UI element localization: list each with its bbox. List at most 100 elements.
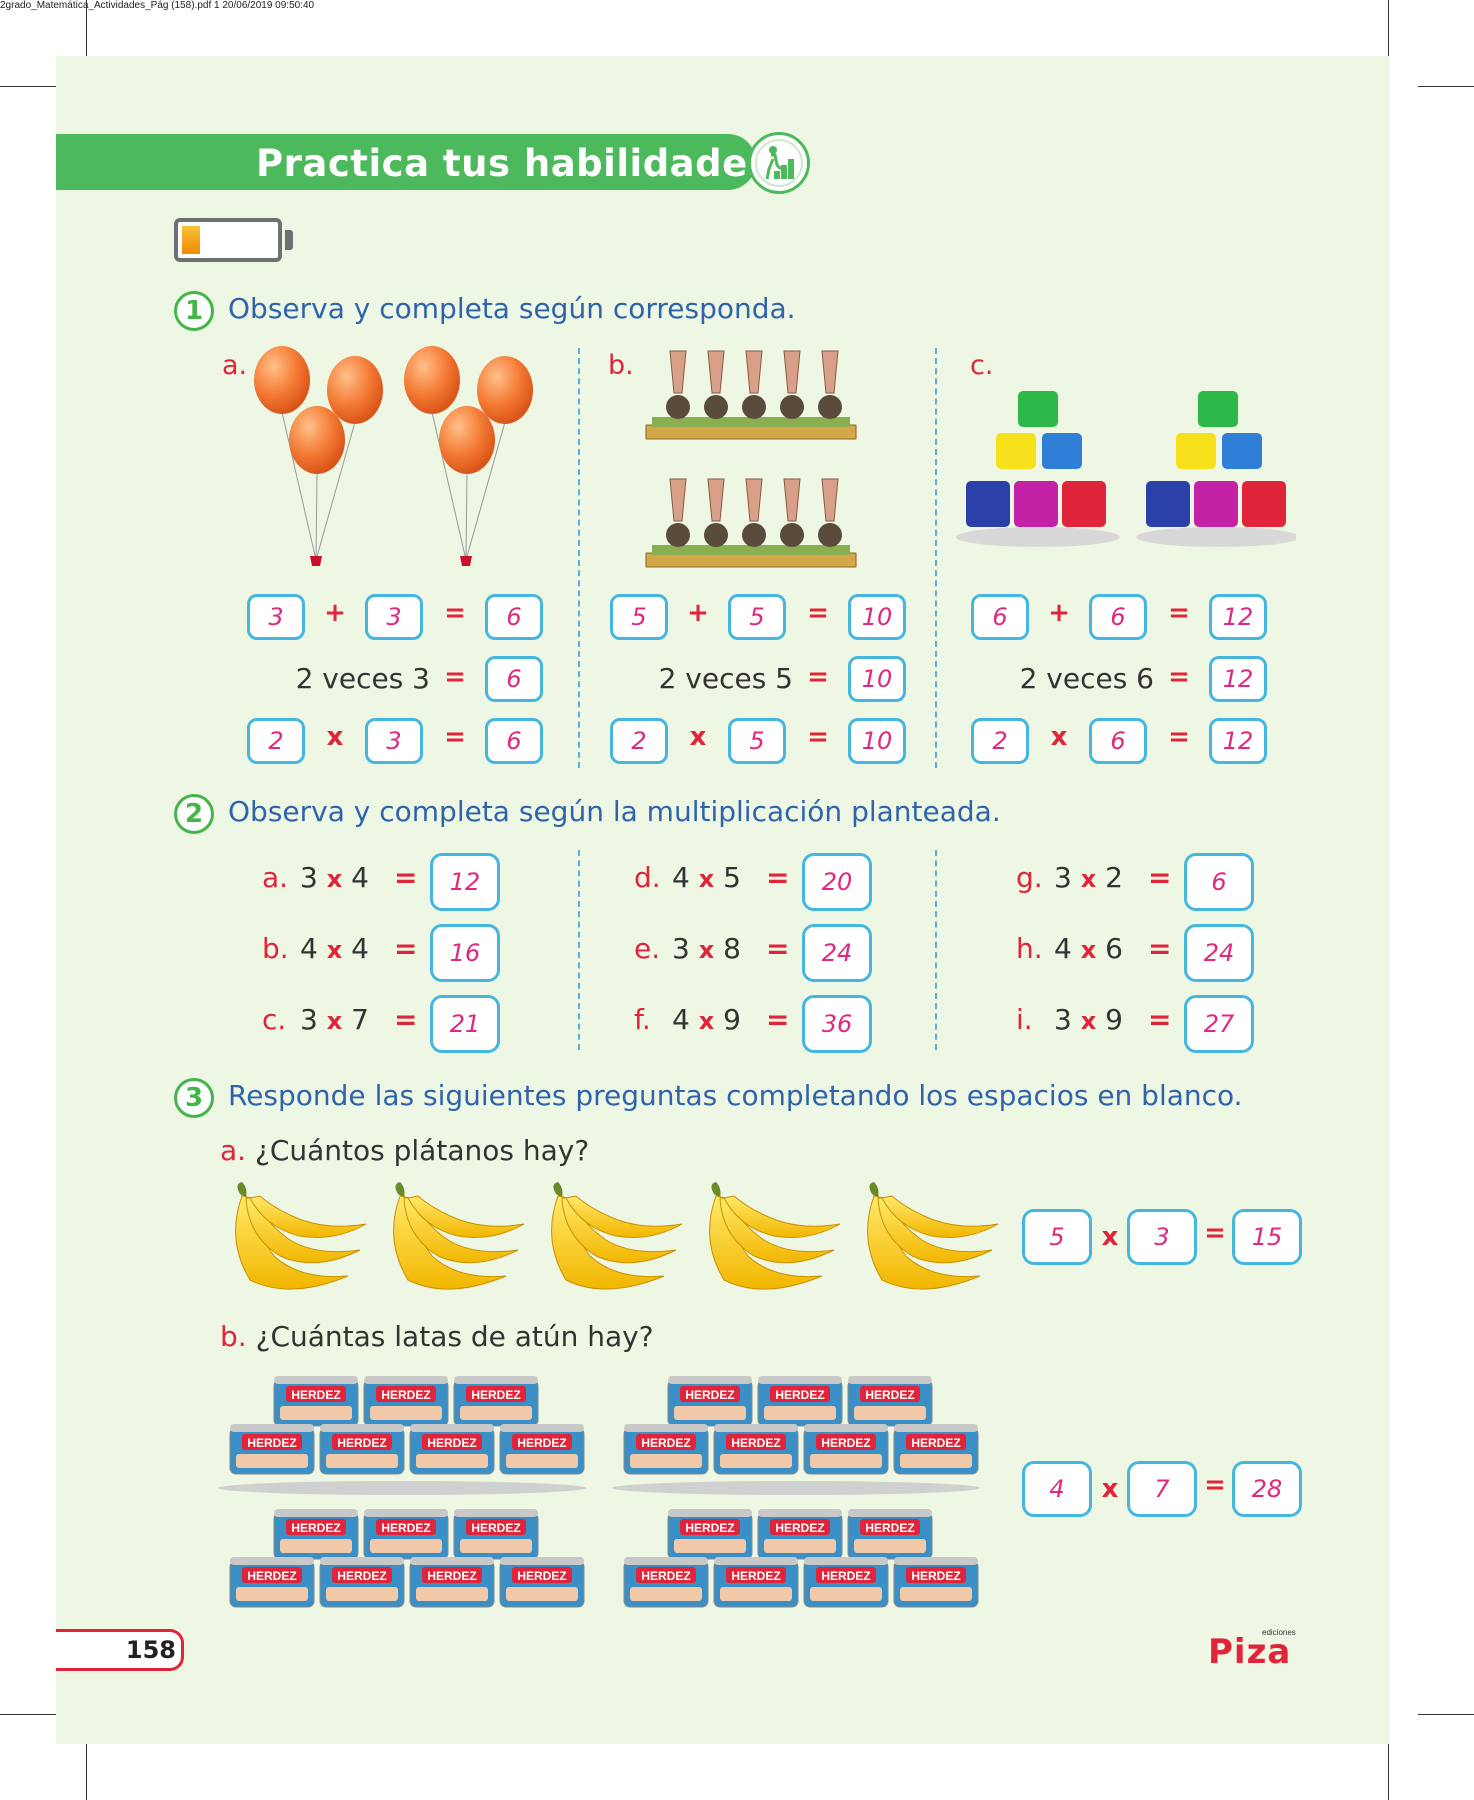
can-brand-label: HERDEZ [641,1436,690,1450]
factor-b: 4 [351,861,369,894]
answer-box[interactable]: 5 [1022,1209,1092,1265]
answer-box[interactable]: 3 [1127,1209,1197,1265]
times-sign: x [1101,1222,1119,1252]
equals-sign: = [807,722,829,752]
question-b-text: ¿Cuántas latas de atún hay? [255,1320,654,1353]
multiplication-item: a. 3 x 4 = 12 [262,853,502,911]
tuna-can: HERDEZ [319,1424,405,1475]
answer-box[interactable]: 2 [610,718,668,764]
tuna-can: HERDEZ [893,1424,979,1475]
exercise-1-number: 1 [174,291,214,331]
can-brand-label: HERDEZ [685,1521,734,1535]
answer-box[interactable]: 6 [1184,853,1254,911]
answer-box[interactable]: 6 [971,594,1029,640]
tuna-can: HERDEZ [273,1509,359,1560]
factor-b: 9 [723,1003,741,1036]
candy-trays-illustration [645,350,857,568]
item-expression: 3 x 2 [1054,861,1123,894]
column-divider [935,348,937,768]
times-sign: x [1050,722,1068,752]
answer-box[interactable]: 2 [247,718,305,764]
crop-mark [0,1714,56,1715]
can-brand-label: HERDEZ [641,1569,690,1583]
answer-box[interactable]: 28 [1232,1461,1302,1517]
answer-box[interactable]: 6 [485,718,543,764]
answer-box[interactable]: 12 [1209,656,1267,702]
question-a-text: ¿Cuántos plátanos hay? [254,1134,590,1167]
stairs-climber-icon [748,132,810,194]
factor-a: 4 [1054,932,1072,965]
equals-sign: = [1148,932,1172,965]
answer-box[interactable]: 12 [1209,594,1267,640]
factor-a: 4 [300,932,318,965]
answer-box[interactable]: 36 [802,995,872,1053]
answer-box[interactable]: 10 [848,656,906,702]
item-letter: i. [1016,1003,1033,1036]
tuna-can: HERDEZ [803,1424,889,1475]
veces-label: 2 veces 3 [295,662,430,695]
answer-box[interactable]: 20 [802,853,872,911]
answer-box[interactable]: 3 [247,594,305,640]
item-letter: h. [1016,932,1043,965]
times-sign: x [698,1007,715,1035]
factor-a: 4 [672,1003,690,1036]
factor-a: 3 [300,861,318,894]
answer-box[interactable]: 12 [1209,718,1267,764]
answer-box[interactable]: 6 [1089,594,1147,640]
answer-box[interactable]: 5 [610,594,668,640]
can-brand-label: HERDEZ [471,1521,520,1535]
can-brand-label: HERDEZ [427,1436,476,1450]
factor-a: 4 [672,861,690,894]
item-expression: 4 x 6 [1054,932,1123,965]
answer-box[interactable]: 3 [365,718,423,764]
answer-box[interactable]: 16 [430,924,500,982]
answer-box[interactable]: 5 [728,718,786,764]
answer-box[interactable]: 24 [1184,924,1254,982]
times-sign: x [1080,865,1097,893]
crop-mark [86,1744,87,1800]
equals-sign: = [766,1003,790,1036]
can-brand-label: HERDEZ [247,1436,296,1450]
answer-box[interactable]: 27 [1184,995,1254,1053]
factor-a: 3 [672,932,690,965]
answer-box[interactable]: 12 [430,853,500,911]
factor-a: 3 [1054,861,1072,894]
page-title: Practica tus habilidades [256,142,771,185]
battery-tip [285,230,293,250]
factor-b: 9 [1105,1003,1123,1036]
tuna-can: HERDEZ [893,1557,979,1608]
publisher-logo: Piza [1208,1632,1292,1672]
ex1-letter-b: b. [608,350,634,381]
answer-box[interactable]: 7 [1127,1461,1197,1517]
item-expression: 4 x 9 [672,1003,741,1036]
veces-label: 2 veces 6 [1019,662,1154,695]
tuna-can: HERDEZ [409,1557,495,1608]
tuna-can: HERDEZ [453,1376,539,1427]
answer-box[interactable]: 24 [802,924,872,982]
times-sign: x [1080,936,1097,964]
answer-box[interactable]: 6 [485,594,543,640]
answer-box[interactable]: 6 [485,656,543,702]
answer-box[interactable]: 3 [365,594,423,640]
tuna-can: HERDEZ [847,1509,933,1560]
can-brand-label: HERDEZ [775,1521,824,1535]
answer-box[interactable]: 6 [1089,718,1147,764]
answer-box[interactable]: 21 [430,995,500,1053]
times-sign: x [698,865,715,893]
multiplication-item: h. 4 x 6 = 24 [1016,924,1256,982]
answer-box[interactable]: 10 [848,718,906,764]
exercise-2-number: 2 [174,794,214,834]
multiplication-item: f. 4 x 9 = 36 [634,995,874,1053]
bananas-illustration [235,1181,999,1290]
answer-box[interactable]: 15 [1232,1209,1302,1265]
answer-box[interactable]: 2 [971,718,1029,764]
item-expression: 4 x 4 [300,932,369,965]
answer-box[interactable]: 4 [1022,1461,1092,1517]
multiplication-item: i. 3 x 9 = 27 [1016,995,1256,1053]
question-b: b. ¿Cuántas latas de atún hay? [220,1320,654,1353]
answer-box[interactable]: 10 [848,594,906,640]
answer-box[interactable]: 5 [728,594,786,640]
crop-mark [1388,1744,1389,1800]
equals-sign: = [1168,598,1190,628]
can-brand-label: HERDEZ [775,1388,824,1402]
